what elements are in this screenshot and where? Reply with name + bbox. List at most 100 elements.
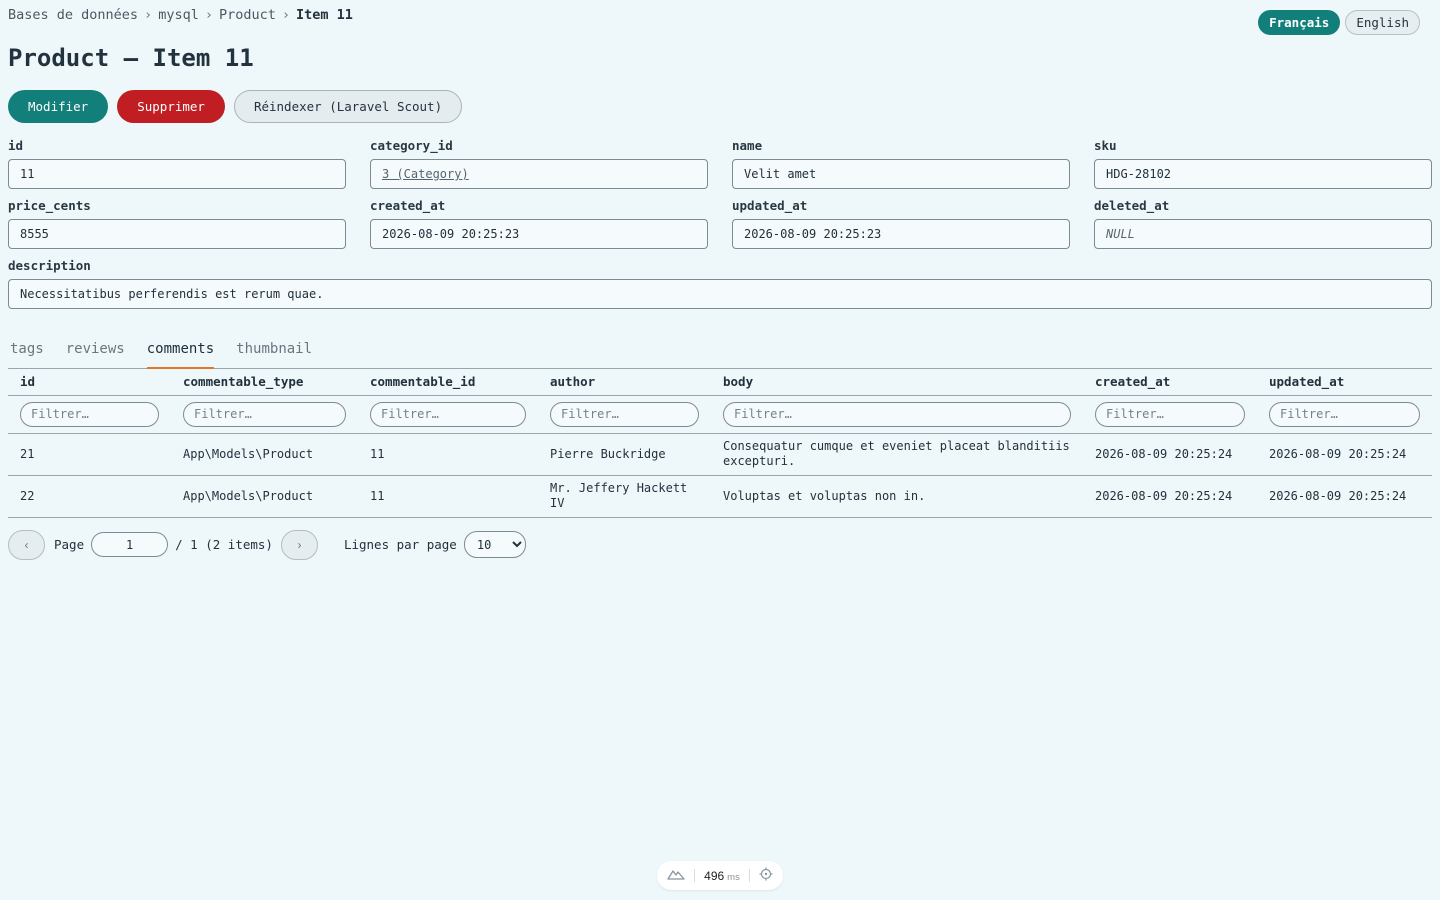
field-label: created_at	[370, 198, 446, 213]
cell-updated-at: 2026-08-09 20:25:24	[1257, 475, 1432, 518]
column-header-id[interactable]: id	[8, 369, 171, 396]
field-label: description	[8, 258, 91, 273]
debug-time[interactable]: 496 ms	[704, 869, 740, 883]
column-header-author[interactable]: author	[538, 369, 711, 396]
field-value: Necessitatibus perferendis est rerum qua…	[8, 279, 1432, 309]
breadcrumb-separator: ›	[281, 7, 291, 23]
tab-comments[interactable]: comments	[146, 339, 215, 369]
next-page-button[interactable]: ›	[280, 529, 318, 560]
cell-id: 21	[8, 433, 171, 476]
debug-time-unit: ms	[727, 871, 740, 883]
cell-body: Consequatur cumque et eveniet placeat bl…	[711, 433, 1083, 476]
field-label: name	[732, 138, 763, 153]
topbar: Bases de données › mysql › Product › Item 11 F…	[8, 0, 1432, 35]
cell-commentable-type: App\Models\Product	[171, 433, 358, 476]
column-header-updated-at[interactable]: updated_at	[1257, 369, 1432, 396]
cell-updated-at: 2026-08-09 20:25:24	[1257, 433, 1432, 476]
breadcrumb-databases[interactable]: Bases de données	[8, 7, 138, 23]
cell-author: Mr. Jeffery Hackett IV	[538, 475, 711, 518]
field-label: sku	[1094, 138, 1117, 153]
column-header-commentable-id[interactable]: commentable_id	[358, 369, 538, 396]
page-number-input[interactable]	[91, 532, 169, 557]
field-id: id 11	[8, 138, 346, 189]
tab-tags[interactable]: tags	[10, 339, 44, 369]
debug-toolbar: 496 ms	[657, 861, 783, 890]
filter-input-created-at[interactable]	[1095, 401, 1245, 427]
field-value: HDG-28102	[1094, 159, 1432, 189]
field-label: id	[8, 138, 24, 153]
edit-button[interactable]: Modifier	[8, 90, 109, 123]
field-value: 8555	[8, 219, 346, 249]
cell-id: 22	[8, 475, 171, 518]
filter-input-commentable-id[interactable]	[370, 401, 526, 427]
filter-cell	[1083, 395, 1257, 434]
table-header-row: id commentable_type commentable_id autho…	[8, 369, 1432, 396]
debug-logo-icon[interactable]	[667, 868, 685, 883]
field-description: description Necessitatibus perferendis e…	[8, 258, 1432, 309]
cell-author: Pierre Buckridge	[538, 433, 711, 476]
filter-input-commentable-type[interactable]	[183, 401, 346, 427]
action-bar: Modifier Supprimer Réindexer (Laravel Sc…	[8, 90, 1432, 123]
breadcrumb-mysql[interactable]: mysql	[158, 7, 199, 23]
cell-created-at: 2026-08-09 20:25:24	[1083, 433, 1257, 476]
filter-cell	[8, 395, 171, 434]
cell-commentable-id: 11	[358, 433, 538, 476]
comments-table: id commentable_type commentable_id autho…	[8, 369, 1432, 518]
field-label: updated_at	[732, 198, 808, 213]
cell-commentable-type: App\Models\Product	[171, 475, 358, 518]
table-row[interactable]: 22 App\Models\Product 11 Mr. Jeffery Hac…	[8, 475, 1432, 518]
debug-time-value: 496	[704, 868, 725, 883]
reindex-button[interactable]: Réindexer (Laravel Scout)	[233, 90, 463, 123]
page-label: Page	[54, 537, 85, 552]
tab-thumbnail[interactable]: thumbnail	[236, 339, 312, 369]
field-created-at: created_at 2026-08-09 20:25:23	[370, 198, 708, 249]
field-price-cents: price_cents 8555	[8, 198, 346, 249]
field-value-null: NULL	[1094, 219, 1432, 249]
filter-cell	[1257, 395, 1432, 434]
field-value-wrapper: 3 (Category)	[370, 159, 708, 189]
field-label: category_id	[370, 138, 453, 153]
table-row[interactable]: 21 App\Models\Product 11 Pierre Buckridg…	[8, 433, 1432, 476]
field-value: 2026-08-09 20:25:23	[370, 219, 708, 249]
filter-input-author[interactable]	[550, 401, 699, 427]
filter-input-updated-at[interactable]	[1269, 401, 1420, 427]
cell-body: Voluptas et voluptas non in.	[711, 475, 1083, 518]
field-value: 2026-08-09 20:25:23	[732, 219, 1070, 249]
record-fields: id 11 category_id 3 (Category) name Veli…	[8, 138, 1432, 309]
field-value: Velit amet	[732, 159, 1070, 189]
filter-cell	[538, 395, 711, 434]
rows-per-page-select[interactable]: 10	[463, 531, 526, 558]
breadcrumb: Bases de données › mysql › Product › Item 11	[8, 7, 353, 23]
prev-page-button[interactable]: ‹	[8, 529, 45, 560]
column-header-commentable-type[interactable]: commentable_type	[171, 369, 358, 396]
category-link[interactable]: 3 (Category)	[382, 167, 469, 181]
filter-cell	[358, 395, 538, 434]
field-sku: sku HDG-28102	[1094, 138, 1432, 189]
page: Bases de données › mysql › Product › Item 11 F…	[0, 0, 1440, 560]
cell-commentable-id: 11	[358, 475, 538, 518]
filter-cell	[171, 395, 358, 434]
language-switcher: Français English	[1258, 10, 1420, 35]
tab-reviews[interactable]: reviews	[66, 339, 125, 369]
breadcrumb-product[interactable]: Product	[219, 7, 276, 23]
lang-english-button[interactable]: English	[1345, 10, 1420, 35]
delete-button[interactable]: Supprimer	[117, 90, 225, 123]
field-label: price_cents	[8, 198, 91, 213]
filter-input-id[interactable]	[20, 401, 159, 427]
field-name: name Velit amet	[732, 138, 1070, 189]
lang-french-button[interactable]: Français	[1258, 10, 1341, 35]
debug-separator	[748, 869, 750, 882]
column-header-body[interactable]: body	[711, 369, 1083, 396]
column-header-created-at[interactable]: created_at	[1083, 369, 1257, 396]
filter-row	[8, 395, 1432, 434]
filter-cell	[711, 395, 1083, 434]
filter-input-body[interactable]	[723, 401, 1071, 427]
field-deleted-at: deleted_at NULL	[1094, 198, 1432, 249]
pagination: ‹ Page / 1 (2 items) › Lignes par page 1…	[8, 529, 1432, 560]
relation-tabs: tags reviews comments thumbnail	[8, 339, 1432, 369]
field-label: deleted_at	[1094, 198, 1170, 213]
page-total: / 1 (2 items)	[175, 537, 273, 552]
rows-per-page-label: Lignes par page	[343, 537, 457, 552]
inspect-target-icon[interactable]	[759, 867, 773, 884]
field-category-id: category_id 3 (Category)	[370, 138, 708, 189]
